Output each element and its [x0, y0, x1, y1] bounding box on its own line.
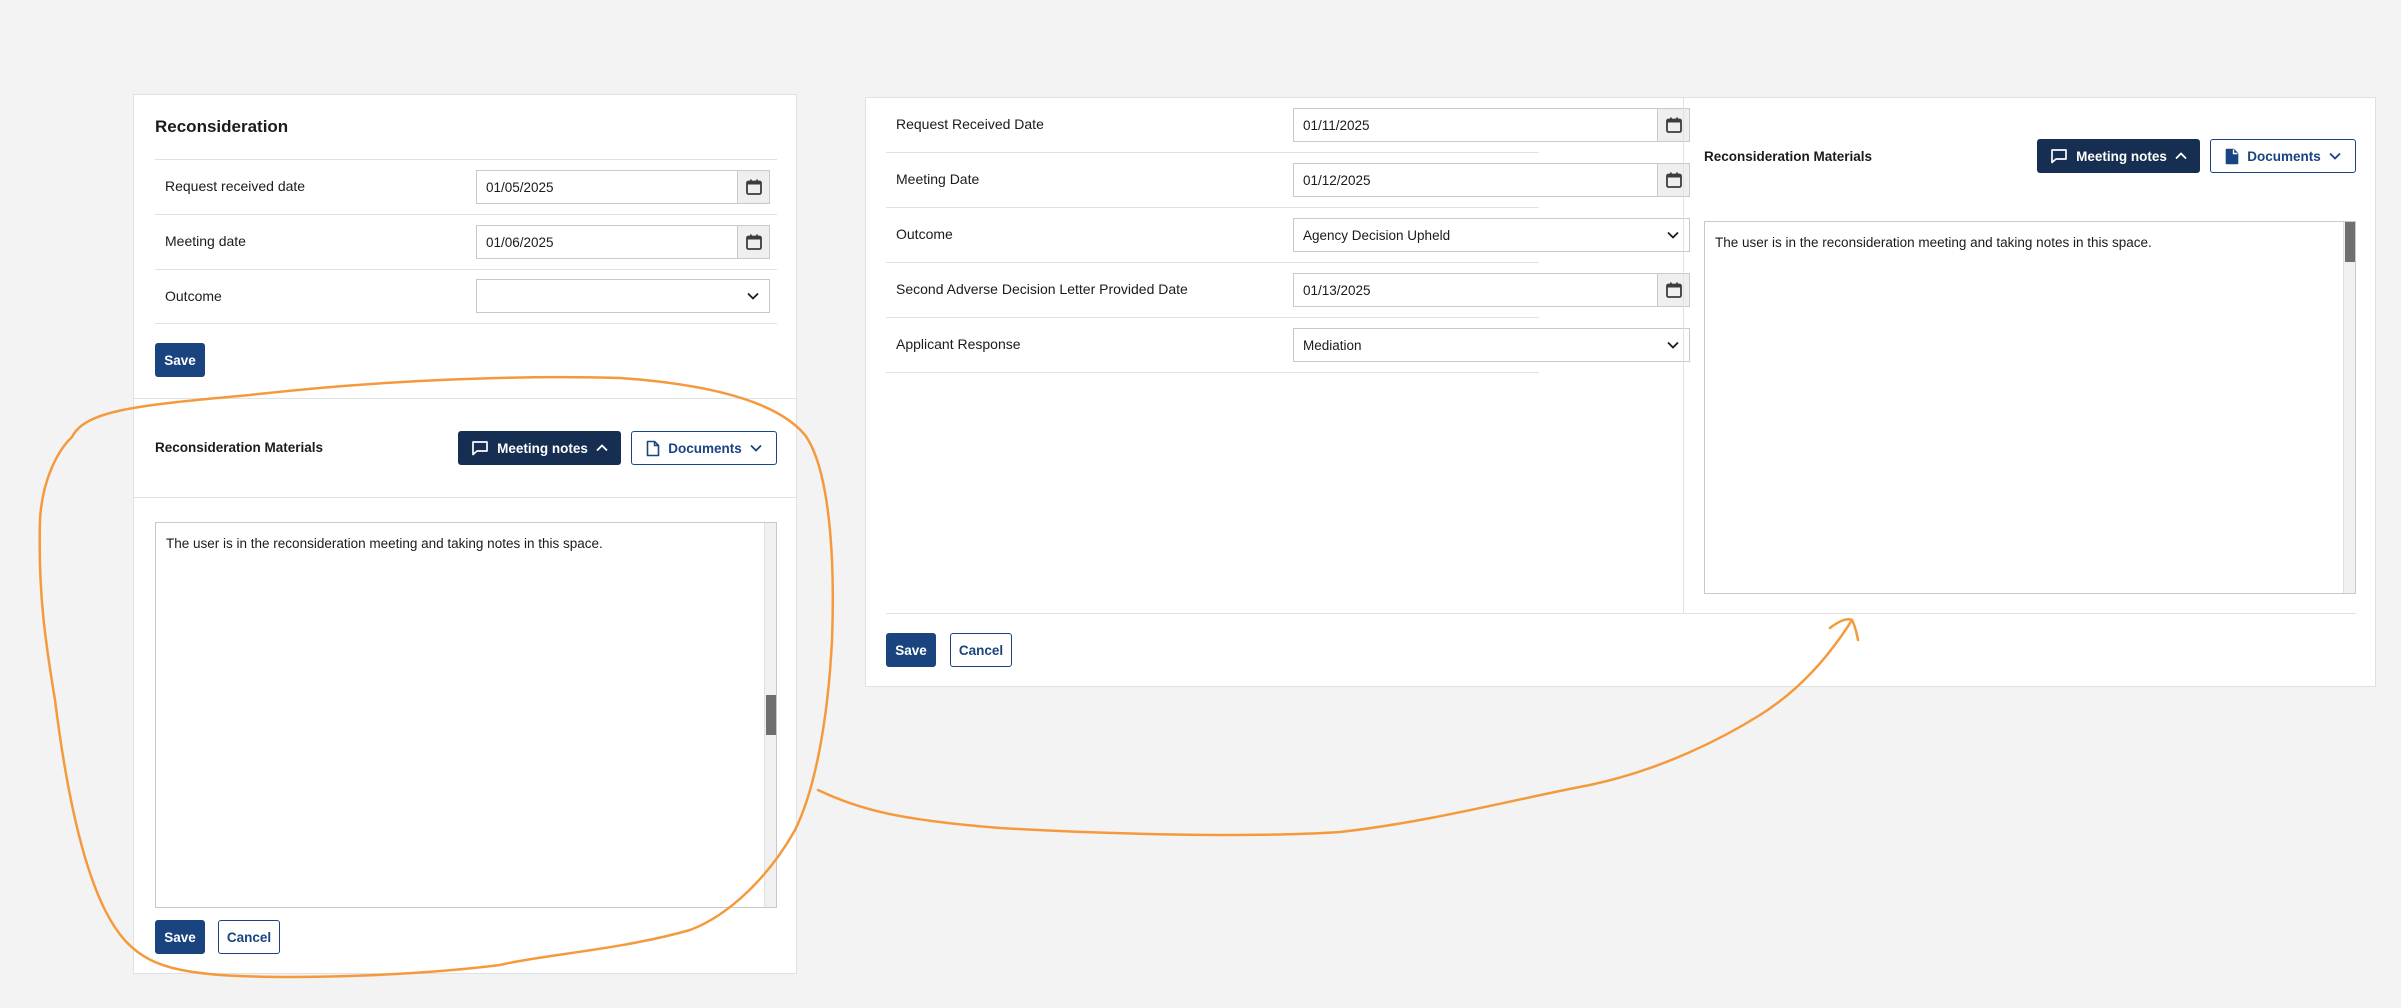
column-divider	[1683, 98, 1684, 613]
section-divider	[134, 497, 796, 498]
form-row-applicant-response: Applicant Response Mediation	[886, 318, 1690, 373]
document-icon	[646, 440, 660, 457]
meeting-notes-button[interactable]: Meeting notes	[2037, 139, 2200, 173]
calendar-icon[interactable]	[1657, 164, 1689, 196]
cancel-button[interactable]: Cancel	[950, 633, 1012, 667]
meeting-date-input[interactable]: 01/12/2025	[1293, 163, 1690, 197]
cancel-button[interactable]: Cancel	[218, 920, 280, 954]
meeting-date-input[interactable]: 01/06/2025	[476, 225, 770, 259]
save-button[interactable]: Save	[886, 633, 936, 667]
calendar-icon[interactable]	[737, 226, 769, 258]
form-row-request-received-date: Request Received Date 01/11/2025	[886, 98, 1690, 153]
scrollbar[interactable]	[764, 523, 776, 907]
scrollbar[interactable]	[2343, 222, 2355, 593]
document-icon	[2225, 148, 2239, 165]
notes-text: The user is in the reconsideration meeti…	[1715, 235, 2152, 250]
field-label: Meeting Date	[896, 171, 980, 187]
form-row-meeting-date: Meeting Date 01/12/2025	[886, 153, 1690, 208]
chevron-down-icon	[1665, 227, 1681, 243]
reconsideration-panel-after: Request Received Date 01/11/2025 Meeting…	[865, 97, 2376, 687]
request-received-date-input[interactable]: 01/05/2025	[476, 170, 770, 204]
chevron-down-icon	[750, 444, 762, 452]
calendar-icon[interactable]	[1657, 274, 1689, 306]
documents-button[interactable]: Documents	[2210, 139, 2356, 173]
request-received-date-input[interactable]: 01/11/2025	[1293, 108, 1690, 142]
section-divider	[134, 398, 796, 399]
chevron-up-icon	[596, 444, 608, 452]
form-row-outcome: Outcome Agency Decision Upheld	[886, 208, 1690, 263]
field-label: Outcome	[896, 226, 953, 242]
field-value: Agency Decision Upheld	[1303, 228, 1451, 243]
meeting-notes-textarea[interactable]: The user is in the reconsideration meeti…	[1704, 221, 2356, 594]
field-value: 01/12/2025	[1303, 173, 1371, 188]
field-label: Meeting date	[165, 233, 246, 249]
section-divider	[886, 613, 2356, 614]
documents-button[interactable]: Documents	[631, 431, 777, 465]
documents-label: Documents	[2247, 148, 2321, 164]
chevron-down-icon	[2329, 152, 2341, 160]
field-label: Outcome	[165, 288, 222, 304]
scrollbar-thumb[interactable]	[2345, 222, 2355, 262]
applicant-response-select[interactable]: Mediation	[1293, 328, 1690, 362]
notes-text: The user is in the reconsideration meeti…	[166, 536, 603, 551]
panel-title: Reconsideration	[155, 117, 289, 136]
documents-label: Documents	[668, 440, 742, 456]
field-value: 01/06/2025	[486, 235, 554, 250]
field-label: Request received date	[165, 178, 306, 194]
form-row-request-received-date: Request received date 01/05/2025	[155, 159, 777, 214]
form-row-second-adverse-decision-date: Second Adverse Decision Letter Provided …	[886, 263, 1690, 318]
field-value: Mediation	[1303, 338, 1362, 353]
chevron-down-icon	[745, 288, 761, 304]
comment-icon	[2050, 148, 2068, 164]
calendar-icon[interactable]	[1657, 109, 1689, 141]
chevron-up-icon	[2175, 152, 2187, 160]
field-value: 01/11/2025	[1303, 118, 1370, 133]
field-label: Request Received Date	[896, 116, 1044, 132]
outcome-select[interactable]	[476, 279, 770, 313]
field-value: 01/13/2025	[1303, 283, 1371, 298]
reconsideration-panel-before: Reconsideration Request received date 01…	[133, 94, 797, 974]
meeting-notes-label: Meeting notes	[497, 440, 588, 456]
outcome-select[interactable]: Agency Decision Upheld	[1293, 218, 1690, 252]
form-row-outcome: Outcome	[155, 269, 777, 324]
second-adverse-decision-date-input[interactable]: 01/13/2025	[1293, 273, 1690, 307]
chevron-down-icon	[1665, 337, 1681, 353]
meeting-notes-button[interactable]: Meeting notes	[458, 431, 621, 465]
meeting-notes-textarea[interactable]: The user is in the reconsideration meeti…	[155, 522, 777, 908]
calendar-icon[interactable]	[737, 171, 769, 203]
field-label: Second Adverse Decision Letter Provided …	[896, 281, 1188, 297]
meeting-notes-label: Meeting notes	[2076, 148, 2167, 164]
save-button[interactable]: Save	[155, 920, 205, 954]
field-value: 01/05/2025	[486, 180, 554, 195]
save-button[interactable]: Save	[155, 343, 205, 377]
form-row-meeting-date: Meeting date 01/06/2025	[155, 214, 777, 269]
field-label: Applicant Response	[896, 336, 1021, 352]
materials-title: Reconsideration Materials	[1704, 149, 1873, 164]
comment-icon	[471, 440, 489, 456]
materials-title: Reconsideration Materials	[155, 440, 324, 455]
scrollbar-thumb[interactable]	[766, 695, 776, 735]
